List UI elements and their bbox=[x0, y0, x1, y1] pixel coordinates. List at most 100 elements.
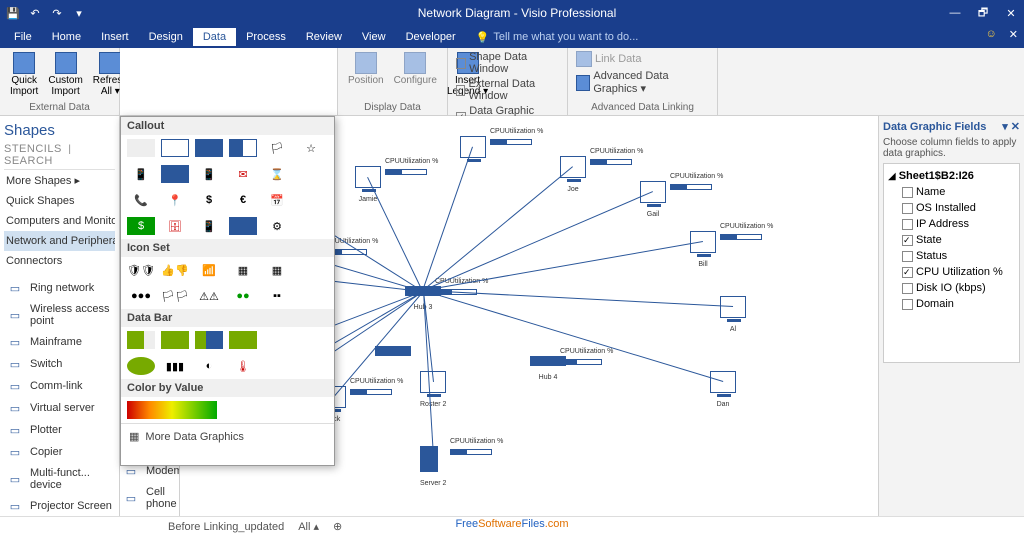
cat-network[interactable]: Network and Peripherals bbox=[4, 231, 115, 251]
search-tab[interactable]: SEARCH bbox=[4, 155, 53, 167]
shape-item[interactable]: ▭Plotter bbox=[4, 419, 115, 441]
tab-data[interactable]: Data bbox=[193, 28, 236, 46]
field-check[interactable]: State bbox=[888, 232, 1015, 248]
quick-import-button[interactable]: Quick Import bbox=[6, 50, 42, 99]
bar-opt[interactable] bbox=[127, 357, 155, 375]
tab-review[interactable]: Review bbox=[296, 28, 352, 46]
callout-opt[interactable]: $ bbox=[127, 217, 155, 235]
restore-icon[interactable]: 🗗 bbox=[976, 6, 990, 20]
diagram-node[interactable] bbox=[375, 346, 411, 364]
shape-item[interactable]: ▭Cell phone bbox=[120, 482, 179, 514]
bar-opt[interactable] bbox=[195, 331, 223, 349]
quick-shapes[interactable]: Quick Shapes bbox=[4, 191, 115, 211]
callout-opt[interactable] bbox=[127, 139, 155, 157]
custom-import-button[interactable]: Custom Import bbox=[44, 50, 86, 99]
tab-developer[interactable]: Developer bbox=[396, 28, 466, 46]
bar-opt[interactable] bbox=[161, 331, 189, 349]
more-shapes[interactable]: More Shapes ▸ bbox=[4, 170, 115, 191]
position-button[interactable]: Position bbox=[344, 50, 388, 99]
field-check[interactable]: Domain bbox=[888, 296, 1015, 312]
diagram-node[interactable]: Al bbox=[720, 296, 746, 333]
color-opt[interactable] bbox=[127, 401, 217, 419]
callout-opt[interactable]: 🗄 bbox=[161, 217, 189, 235]
shape-item[interactable]: ▭Wireless access point bbox=[4, 299, 115, 331]
close-sub-icon[interactable]: ✕ bbox=[1009, 28, 1018, 41]
qat-more-icon[interactable]: ▾ bbox=[72, 6, 86, 20]
icon-opt[interactable]: ●●● bbox=[127, 287, 155, 305]
tree-root[interactable]: ◢ Sheet1$B2:I26 bbox=[888, 168, 1015, 184]
callout-opt[interactable]: ⌛ bbox=[263, 165, 291, 183]
link-data-button[interactable]: Link Data bbox=[574, 50, 711, 68]
field-check[interactable]: Name bbox=[888, 184, 1015, 200]
shape-item[interactable]: ▭Copier bbox=[4, 441, 115, 463]
smiley-icon[interactable]: ☺ bbox=[986, 28, 997, 41]
icon-opt[interactable]: 📶 bbox=[195, 261, 223, 279]
advanced-data-graphics-button[interactable]: Advanced Data Graphics ▾ bbox=[574, 69, 711, 96]
shape-item[interactable]: ▭Multi-funct... device bbox=[4, 463, 115, 495]
close-icon[interactable]: ✕ bbox=[1004, 6, 1018, 20]
callout-opt[interactable]: 📞 bbox=[127, 191, 155, 209]
diagram-node[interactable]: Dan bbox=[710, 371, 736, 408]
field-check[interactable]: OS Installed bbox=[888, 200, 1015, 216]
diagram-node[interactable]: CPUUtilization %Bill bbox=[690, 231, 716, 268]
tab-home[interactable]: Home bbox=[42, 28, 91, 46]
bar-opt[interactable] bbox=[127, 331, 155, 349]
shape-data-window-check[interactable]: Shape Data Window bbox=[454, 50, 561, 76]
field-check[interactable]: Status bbox=[888, 248, 1015, 264]
shape-item[interactable]: ▭Mainframe bbox=[4, 331, 115, 353]
external-data-window-check[interactable]: External Data Window bbox=[454, 77, 561, 103]
callout-opt[interactable] bbox=[161, 139, 189, 157]
icon-opt[interactable]: ▦ bbox=[229, 261, 257, 279]
callout-opt[interactable]: 📱 bbox=[195, 165, 223, 183]
diagram-node[interactable]: CPUUtilization %Hub 4 bbox=[530, 356, 566, 381]
callout-opt[interactable] bbox=[229, 139, 257, 157]
configure-button[interactable]: Configure bbox=[390, 50, 441, 99]
callout-opt[interactable] bbox=[229, 217, 257, 235]
shape-item[interactable]: ▭Projector Screen bbox=[4, 495, 115, 517]
callout-opt[interactable]: 📱 bbox=[127, 165, 155, 183]
icon-opt[interactable]: 🏳🏳 bbox=[161, 287, 189, 305]
diagram-node[interactable]: CPUUtilization % bbox=[460, 136, 486, 166]
sheet-tab[interactable]: Before Linking_updated bbox=[168, 521, 284, 533]
callout-opt[interactable]: 📅 bbox=[263, 191, 291, 209]
icon-opt[interactable]: 🛡🛡 bbox=[127, 261, 155, 279]
callout-opt[interactable]: ⚙ bbox=[263, 217, 291, 235]
redo-icon[interactable]: ↷ bbox=[50, 6, 64, 20]
callout-opt[interactable]: 🏳 bbox=[263, 139, 291, 157]
tab-design[interactable]: Design bbox=[139, 28, 193, 46]
shape-item[interactable]: ▭Comm-link bbox=[4, 375, 115, 397]
callout-opt[interactable] bbox=[195, 139, 223, 157]
cat-connectors[interactable]: Connectors bbox=[4, 251, 115, 271]
field-check[interactable]: Disk IO (kbps) bbox=[888, 280, 1015, 296]
icon-opt[interactable]: ▪▪ bbox=[263, 287, 291, 305]
cat-computers[interactable]: Computers and Monitors bbox=[4, 211, 115, 231]
icon-opt[interactable]: 👍👎 bbox=[161, 261, 189, 279]
tell-me[interactable]: 💡Tell me what you want to do... bbox=[476, 31, 639, 44]
add-sheet-icon[interactable]: ⊕ bbox=[333, 520, 342, 533]
save-icon[interactable]: 💾 bbox=[6, 6, 20, 20]
shape-item[interactable]: ▭Ring network bbox=[4, 277, 115, 299]
callout-opt[interactable]: $ bbox=[195, 191, 223, 209]
bar-opt[interactable]: ▮▮▮ bbox=[161, 357, 189, 375]
icon-opt[interactable]: ▦ bbox=[263, 261, 291, 279]
shape-item[interactable]: ▭Virtual server bbox=[4, 397, 115, 419]
panel-close-icon[interactable]: ✕ bbox=[1011, 121, 1020, 133]
tab-file[interactable]: File bbox=[4, 28, 42, 46]
field-check[interactable]: CPU Utilization % bbox=[888, 264, 1015, 280]
tab-process[interactable]: Process bbox=[236, 28, 296, 46]
tab-view[interactable]: View bbox=[352, 28, 396, 46]
callout-opt[interactable]: € bbox=[229, 191, 257, 209]
minimize-icon[interactable]: — bbox=[948, 6, 962, 20]
diagram-node[interactable]: CPUUtilization %Gail bbox=[640, 181, 666, 218]
icon-opt[interactable]: ●● bbox=[229, 287, 257, 305]
shape-item[interactable]: ▭Switch bbox=[4, 353, 115, 375]
stencils-tab[interactable]: STENCILS bbox=[4, 143, 62, 155]
undo-icon[interactable]: ↶ bbox=[28, 6, 42, 20]
tab-insert[interactable]: Insert bbox=[91, 28, 139, 46]
bar-opt[interactable]: ◐ bbox=[195, 357, 223, 375]
callout-opt[interactable]: ✉ bbox=[229, 165, 257, 183]
more-data-graphics[interactable]: ▦More Data Graphics bbox=[121, 423, 334, 449]
icon-opt[interactable]: ⚠⚠ bbox=[195, 287, 223, 305]
callout-opt[interactable]: 📱 bbox=[195, 217, 223, 235]
sheets-all[interactable]: All ▴ bbox=[298, 520, 319, 533]
